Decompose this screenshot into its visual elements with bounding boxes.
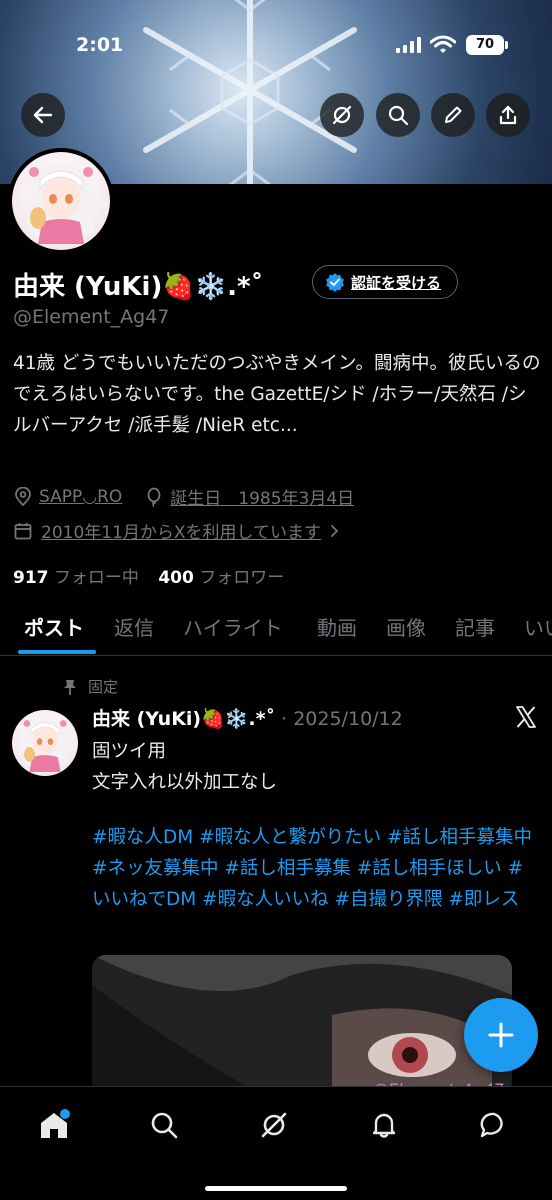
search-button[interactable]	[376, 93, 420, 137]
anime-avatar-image	[22, 717, 68, 772]
nav-grok[interactable]	[254, 1105, 294, 1145]
balloon-icon	[147, 487, 161, 507]
search-icon	[151, 1112, 178, 1139]
post-header: 由来 (YuKi)🍓❄️.*˚ · 2025/10/12	[92, 704, 403, 731]
pinned-label: 固定	[88, 678, 119, 696]
tab-posts[interactable]: ポスト	[24, 612, 84, 641]
joined-row[interactable]: 2010年11月からXを利用しています	[13, 518, 343, 543]
chevron-right-icon	[331, 524, 339, 537]
compose-button[interactable]	[464, 998, 538, 1072]
pinned-indicator: 固定	[62, 676, 118, 697]
get-verified-label: 認証を受ける	[351, 273, 442, 292]
messages-icon	[480, 1112, 503, 1138]
nav-messages[interactable]	[474, 1105, 514, 1145]
home-icon	[41, 1109, 70, 1138]
post-hashtags[interactable]: #暇な人DM #暇な人と繋がりたい #話し相手募集中 #ネッ友募集中 #話し相手…	[92, 822, 540, 915]
post-date: · 2025/10/12	[281, 708, 403, 730]
nav-search[interactable]	[144, 1105, 184, 1145]
signal-icon	[396, 37, 421, 53]
battery-indicator: 70	[466, 35, 508, 55]
plus-icon	[488, 1022, 514, 1048]
post-author-name[interactable]: 由来 (YuKi)🍓❄️.*˚	[92, 708, 275, 730]
back-button[interactable]	[21, 93, 65, 137]
post-body: 固ツイ用 文字入れ以外加工なし	[92, 736, 542, 798]
grok-button[interactable]	[320, 93, 364, 137]
tab-photos[interactable]: 画像	[386, 612, 426, 641]
joined-text: 2010年11月からXを利用しています	[41, 523, 322, 543]
wifi-icon	[430, 35, 456, 53]
location-link[interactable]: SAPP◡RO	[39, 487, 122, 507]
pencil-icon	[445, 106, 462, 123]
status-bar: 2:01 70	[0, 0, 552, 90]
tab-articles[interactable]: 記事	[455, 612, 495, 641]
home-indicator	[205, 1186, 347, 1191]
tab-likes[interactable]: いい	[524, 612, 552, 641]
get-verified-button[interactable]: 認証を受ける	[312, 265, 459, 299]
followers-label: フォロワー	[199, 568, 285, 588]
followers-count: 400	[158, 568, 194, 588]
calendar-icon	[14, 522, 32, 539]
followers-link[interactable]: 400 フォロワー	[158, 568, 284, 588]
grok-icon	[261, 1112, 287, 1138]
profile-avatar[interactable]	[8, 148, 114, 254]
status-time: 2:01	[76, 34, 124, 56]
bottom-navigation	[0, 1086, 552, 1200]
profile-meta-row: SAPP◡RO 誕生日 1985年3月4日	[13, 484, 354, 509]
tab-highlights[interactable]: ハイライト	[183, 612, 283, 641]
tab-replies[interactable]: 返信	[114, 612, 154, 641]
post-avatar[interactable]	[12, 710, 78, 776]
pin-icon	[64, 679, 76, 695]
location-icon	[15, 486, 31, 506]
anime-avatar-image	[28, 163, 94, 244]
user-handle: @Element_Ag47	[13, 306, 170, 328]
display-name: 由来 (YuKi)🍓❄️.*˚	[13, 272, 264, 302]
verified-badge-icon	[326, 273, 344, 292]
post-text-line: 固ツイ用	[92, 741, 167, 762]
profile-bio: 41歳 どうでもいいただのつぶやきメイン。闘病中。彼氏いるのでえろはいらないです…	[13, 353, 541, 436]
share-button[interactable]	[486, 93, 530, 137]
search-icon	[388, 105, 409, 126]
bell-icon	[372, 1113, 396, 1138]
post-text-line: 文字入れ以外加工なし	[92, 772, 278, 793]
following-count: 917	[13, 568, 49, 588]
post-media-image[interactable]: @Element_Ag47	[92, 955, 512, 1095]
profile-tabs: ポスト 返信 ハイライト 動画 画像 記事 いい	[0, 600, 552, 656]
nav-home[interactable]	[34, 1105, 74, 1145]
edit-button[interactable]	[431, 93, 475, 137]
tab-videos[interactable]: 動画	[317, 612, 357, 641]
active-tab-indicator	[18, 650, 96, 654]
selfie-photo: @Element_Ag47	[92, 955, 512, 1095]
nav-notifications[interactable]	[364, 1105, 404, 1145]
grok-icon	[332, 105, 352, 125]
birthday-text: 誕生日 1985年3月4日	[170, 489, 355, 509]
share-icon	[499, 105, 517, 125]
following-link[interactable]: 917 フォロー中	[13, 568, 139, 588]
following-label: フォロー中	[53, 568, 139, 588]
x-logo-icon	[516, 706, 536, 728]
notification-dot	[60, 1109, 70, 1119]
follow-stats: 917 フォロー中 400 フォロワー	[13, 563, 284, 588]
back-arrow-icon	[33, 106, 53, 124]
